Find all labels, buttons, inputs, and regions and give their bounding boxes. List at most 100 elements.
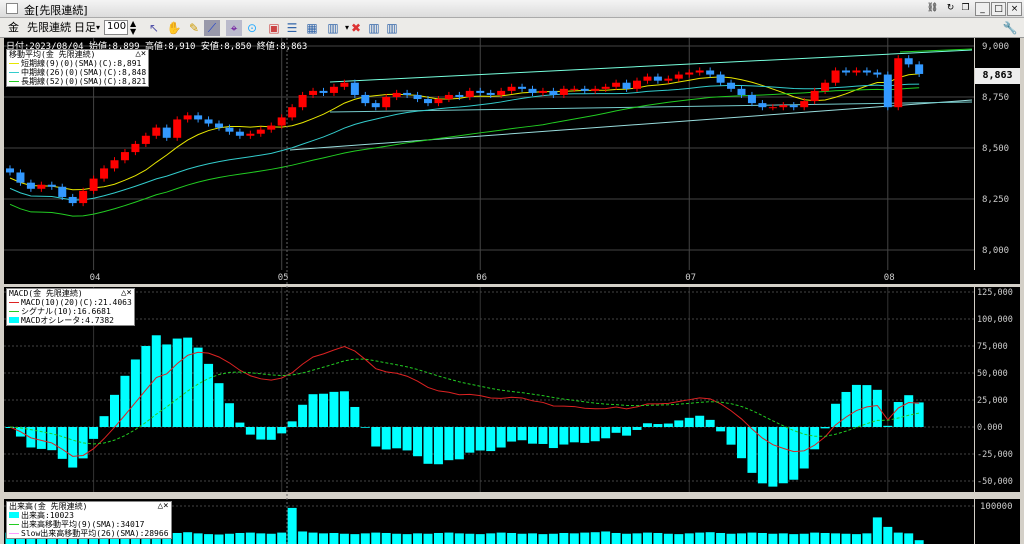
volume-legend[interactable]: 出来高(金 先限連続) △× 出来高:10023 出来高移動平均(9)(SMA)…	[6, 501, 172, 539]
volume-bar	[486, 533, 496, 544]
volume-bar	[695, 532, 705, 544]
candle-body	[434, 99, 443, 104]
candle-body	[643, 76, 652, 81]
legend-label: 長期線(52)(0)(SMA)(C):8,821	[21, 77, 147, 86]
volume-bar	[360, 533, 370, 544]
macd-oscillator-bar	[235, 422, 245, 427]
candle-body	[235, 131, 244, 136]
legend-label: シグナル(10):16.6681	[21, 307, 111, 316]
legend-close-icon[interactable]: △×	[158, 502, 169, 511]
macd-oscillator-bar	[517, 427, 527, 441]
candle-body	[329, 86, 338, 93]
macd-oscillator-bar	[496, 427, 506, 448]
candle-body	[580, 88, 589, 91]
price-tick-label: 8,250	[982, 195, 1009, 205]
macd-oscillator-bar	[695, 415, 705, 427]
candle-body	[256, 129, 265, 134]
macd-oscillator-bar	[193, 347, 203, 427]
volume-bar	[841, 533, 851, 544]
legend-close-icon[interactable]: △×	[121, 289, 132, 298]
macd-legend[interactable]: MACD(金 先限連続) △× MACD(10)(20)(C):21.4063 …	[6, 288, 135, 326]
macd-oscillator-bar	[632, 427, 642, 430]
macd-tick-label: 125,000	[977, 288, 1013, 298]
volume-bar	[684, 533, 694, 544]
candle-body	[570, 88, 579, 90]
volume-bar	[831, 533, 841, 544]
volume-bar	[611, 532, 621, 544]
macd-oscillator-bar	[841, 391, 851, 427]
candle-body	[497, 90, 506, 95]
candle-body	[810, 90, 819, 102]
volume-bar	[559, 532, 569, 544]
candle-body	[444, 94, 453, 100]
legend-close-icon[interactable]: △×	[135, 50, 146, 59]
macd-oscillator-bar	[705, 419, 715, 427]
volume-bar	[193, 533, 203, 544]
candle-body	[789, 105, 798, 108]
volume-bar	[183, 532, 193, 544]
candle-body	[486, 92, 495, 95]
volume-bar	[872, 517, 882, 544]
volume-bar	[757, 532, 767, 544]
volume-bar	[883, 526, 893, 544]
macd-oscillator-bar	[172, 338, 182, 427]
date-tick-label: 07	[685, 273, 696, 283]
macd-oscillator-bar	[329, 391, 339, 427]
macd-oscillator-bar	[339, 391, 349, 427]
legend-item: 長期線(52)(0)(SMA)(C):8,821	[9, 77, 146, 86]
macd-oscillator-bar	[298, 404, 308, 427]
candle-body	[225, 127, 234, 132]
candle-body	[413, 94, 422, 100]
legend-label: Slow出来高移動平均(26)(SMA):28966	[21, 529, 169, 538]
volume-bar	[653, 532, 663, 544]
macd-oscillator-bar	[381, 427, 391, 450]
macd-oscillator-bar	[423, 427, 433, 464]
volume-bar	[413, 533, 423, 544]
price-tick-label: 8,500	[982, 144, 1009, 154]
volume-bar	[747, 532, 757, 544]
volume-bar	[904, 533, 914, 544]
macd-oscillator-bar	[831, 403, 841, 427]
macd-oscillator-bar	[89, 427, 99, 439]
macd-oscillator-bar	[110, 394, 119, 427]
volume-bar	[778, 533, 788, 544]
candle-body	[601, 86, 610, 89]
macd-oscillator-bar	[663, 423, 673, 427]
candle-body	[350, 82, 359, 95]
candle-body	[6, 168, 14, 173]
candle-body	[141, 135, 150, 144]
candle-body	[695, 70, 704, 73]
candle-body	[47, 184, 56, 187]
macd-oscillator-bar	[789, 427, 799, 480]
candle-body	[68, 196, 77, 204]
macd-oscillator-bar	[642, 423, 652, 427]
candle-body	[110, 160, 119, 169]
candle-body	[371, 103, 380, 108]
volume-bar	[914, 540, 924, 544]
macd-tick-label: 75,000	[977, 342, 1008, 352]
candle-body	[664, 78, 673, 81]
volume-bar	[622, 533, 632, 544]
volume-bar	[528, 533, 537, 544]
legend-label: MACDオシレータ:4.7382	[21, 316, 114, 325]
macd-oscillator-bar	[204, 363, 214, 427]
candle-body	[883, 74, 892, 108]
volume-bar	[329, 532, 339, 544]
legend-item: 中期線(26)(0)(SMA)(C):8,848	[9, 68, 146, 77]
legend-title: MACD(金 先限連続)	[9, 289, 83, 298]
candle-body	[779, 105, 788, 108]
volume-bar	[663, 533, 673, 544]
volume-bar	[444, 532, 454, 544]
candle-body	[298, 94, 307, 108]
macd-oscillator-bar	[413, 427, 423, 457]
volume-bar	[789, 534, 799, 544]
macd-oscillator-bar	[684, 417, 694, 427]
macd-tick-label: 25,000	[977, 396, 1008, 406]
legend-item: 出来高:10023	[9, 511, 169, 520]
ma-legend[interactable]: 移動平均(金 先限連続) △× 短期線(9)(0)(SMA)(C):8,891 …	[6, 49, 150, 87]
volume-bar	[235, 532, 245, 544]
candle-body	[152, 127, 161, 136]
price-tick-label: 9,000	[982, 42, 1009, 52]
candle-body	[894, 58, 903, 108]
legend-label: MACD(10)(20)(C):21.4063	[21, 298, 132, 307]
